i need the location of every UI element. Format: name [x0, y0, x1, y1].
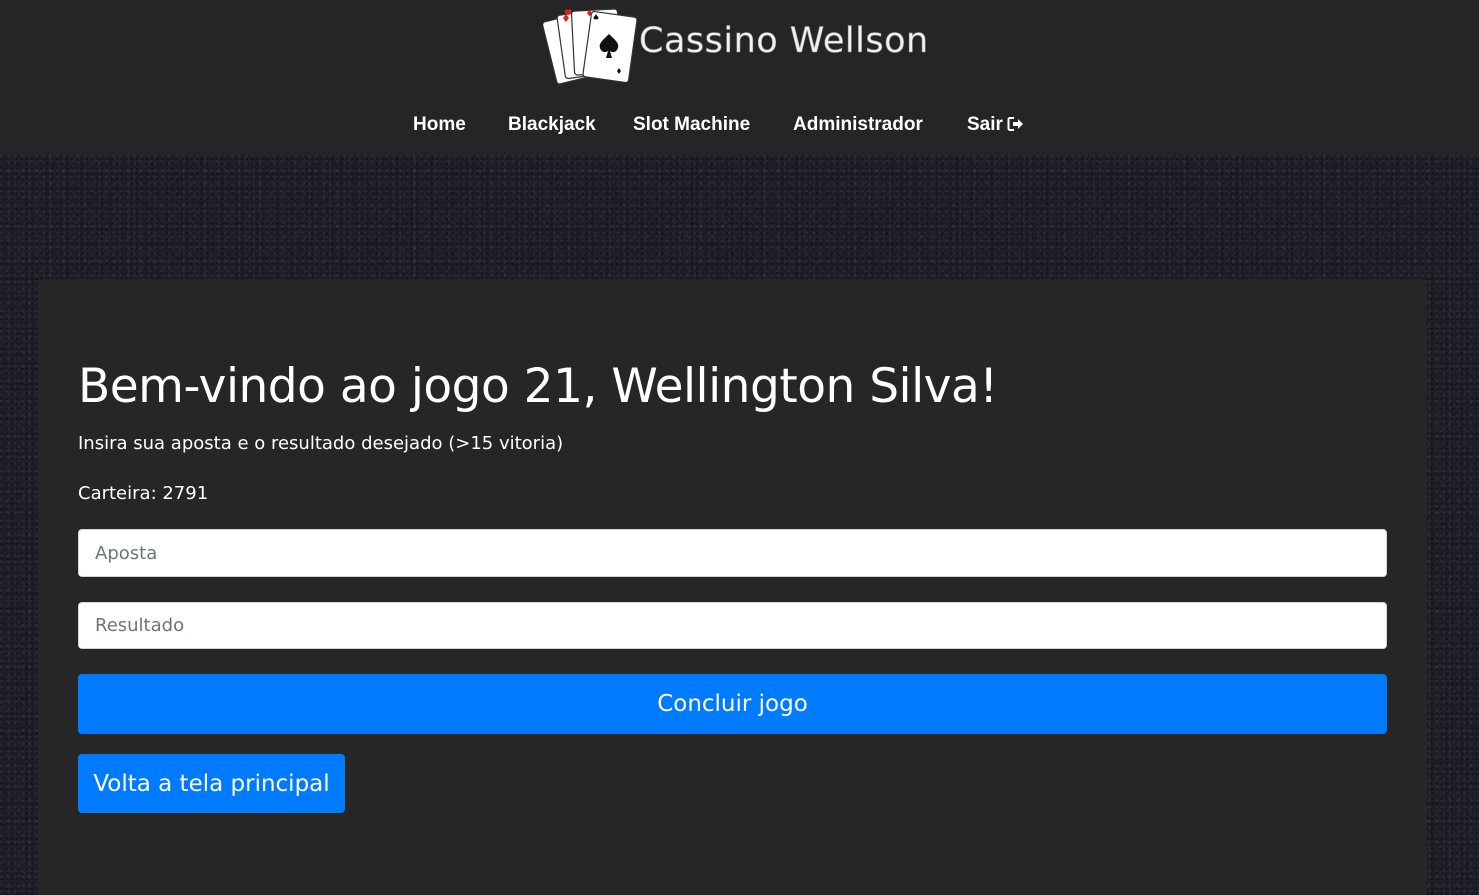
sign-out-icon: [1007, 117, 1023, 131]
bet-input[interactable]: [78, 529, 1387, 577]
game-card: Bem-vindo ao jogo 21, Wellington Silva! …: [38, 279, 1427, 895]
nav-item-home[interactable]: Home: [413, 112, 466, 138]
wallet-balance: Carteira: 2791: [78, 483, 209, 504]
nav-item-sair[interactable]: Sair: [967, 112, 1025, 138]
finish-game-button[interactable]: Concluir jogo: [78, 674, 1387, 734]
brand[interactable]: Cassino Wellson: [543, 4, 933, 88]
brand-name: Cassino Wellson: [639, 21, 929, 62]
main-nav: Home Blackjack Slot Machine Administrado…: [0, 112, 1479, 140]
site-header: Cassino Wellson Home Blackjack Slot Mach…: [0, 0, 1479, 155]
page-title: Bem-vindo ao jogo 21, Wellington Silva!: [78, 359, 998, 414]
nav-item-administrador[interactable]: Administrador: [793, 112, 923, 138]
playing-cards-icon: [543, 8, 638, 85]
result-input[interactable]: [78, 602, 1387, 649]
back-to-main-button[interactable]: Volta a tela principal: [78, 754, 345, 813]
nav-item-sair-label: Sair: [967, 114, 1003, 135]
nav-item-slot-machine[interactable]: Slot Machine: [633, 112, 750, 138]
instructions-text: Insira sua aposta e o resultado desejado…: [78, 433, 564, 454]
nav-item-blackjack[interactable]: Blackjack: [508, 112, 596, 138]
